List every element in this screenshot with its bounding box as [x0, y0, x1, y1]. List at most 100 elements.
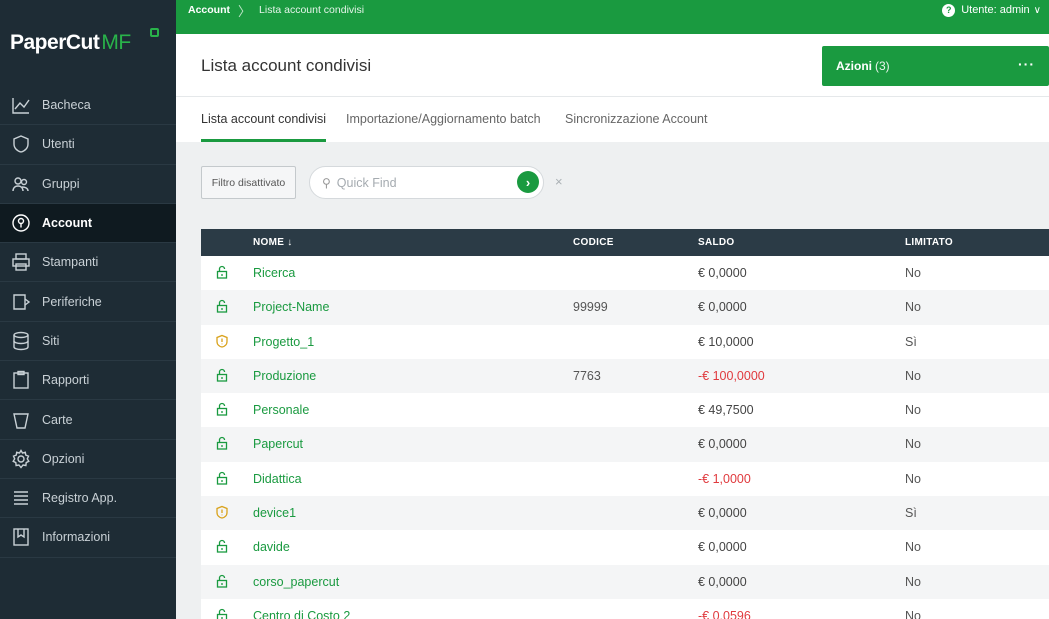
filter-toggle-button[interactable]: Filtro disattivato: [201, 166, 296, 199]
clipboard-icon: [10, 369, 32, 391]
sidebar-item-informazioni[interactable]: Informazioni: [0, 518, 176, 558]
account-code: 99999: [573, 300, 608, 315]
logo-suffix: MF: [101, 31, 131, 54]
sidebar-item-label: Carte: [42, 412, 73, 427]
sidebar-item-periferiche[interactable]: Periferiche: [0, 282, 176, 322]
lock-open-icon: [215, 574, 229, 588]
sidebar-item-label: Registro App.: [42, 491, 118, 506]
group-icon: [10, 173, 32, 195]
account-restricted: Sì: [905, 334, 917, 349]
actions-button[interactable]: Azioni (3) ···: [822, 46, 1049, 86]
account-restricted: No: [905, 540, 921, 555]
account-name-link[interactable]: corso_papercut: [253, 575, 339, 589]
quick-find-input[interactable]: [336, 175, 497, 190]
breadcrumb-root-link[interactable]: Account: [188, 4, 230, 16]
account-icon: [10, 212, 32, 234]
table-row: davide € 0,0000 No: [201, 530, 1049, 565]
sidebar-item-carte[interactable]: Carte: [0, 400, 176, 440]
sidebar-item-bacheca[interactable]: Bacheca: [0, 86, 176, 126]
search-icon: ⚲: [322, 175, 331, 190]
lock-open-icon: [215, 299, 229, 313]
account-restricted: No: [905, 574, 921, 589]
clear-search-icon[interactable]: ×: [555, 174, 563, 189]
account-restricted: No: [905, 403, 921, 418]
sidebar-item-label: Stampanti: [42, 255, 99, 270]
account-balance: -€ 0,0596: [698, 608, 751, 619]
help-icon[interactable]: ?: [942, 3, 956, 17]
account-name-link[interactable]: Progetto_1: [253, 335, 314, 349]
search-go-button[interactable]: ›: [517, 171, 539, 193]
page-header: Lista account condivisi Azioni (3) ···: [176, 34, 1049, 96]
account-name-link[interactable]: device1: [253, 506, 296, 520]
list-icon: [10, 487, 32, 509]
sidebar-item-account[interactable]: Account: [0, 203, 176, 244]
breadcrumb-separator-icon: 〉: [238, 3, 252, 19]
account-restricted: No: [905, 266, 921, 280]
account-balance: -€ 1,0000: [698, 471, 751, 486]
shield-user-icon: [10, 133, 32, 155]
account-name-link[interactable]: Personale: [253, 403, 309, 417]
lock-open-icon: [215, 471, 229, 485]
sidebar-item-utenti[interactable]: Utenti: [0, 125, 176, 165]
table-row: Personale € 49,7500 No: [201, 393, 1049, 428]
table-row: Produzione 7763 -€ 100,0000 No: [201, 358, 1049, 394]
table-row: device1 € 0,0000 Sì: [201, 496, 1049, 531]
lock-open-icon: [215, 265, 229, 279]
account-balance: € 0,0000: [698, 300, 747, 315]
column-header-balance[interactable]: SALDO: [698, 237, 735, 248]
account-name-link[interactable]: Ricerca: [253, 266, 295, 280]
sidebar-item-label: Bacheca: [42, 98, 91, 113]
papercut-logo[interactable]: PaperCut MF: [0, 0, 176, 86]
account-name-link[interactable]: Project-Name: [253, 300, 329, 314]
sidebar-item-rapporti[interactable]: Rapporti: [0, 361, 176, 401]
user-label: Utente: admin: [961, 4, 1030, 16]
user-menu[interactable]: ? Utente: admin ∨: [942, 0, 1041, 20]
table-header: NOME ↓ CODICE SALDO LIMITATO: [201, 229, 1049, 256]
tab-bar: Lista account condivisi Importazione/Agg…: [176, 96, 1049, 142]
chevron-down-icon: ∨: [1033, 4, 1041, 16]
account-restricted: Sì: [905, 506, 917, 521]
account-name-link[interactable]: davide: [253, 540, 290, 554]
table-body: Ricerca € 0,0000 No Project-Name 99999 € 0,00…: [201, 256, 1049, 619]
sidebar-item-label: Account: [42, 216, 92, 231]
accounts-table: NOME ↓ CODICE SALDO LIMITATO Ricerca € 0,…: [201, 229, 1049, 619]
sidebar: PaperCut MF Bacheca Utenti Gruppi Account Sta…: [0, 0, 176, 619]
table-row: Papercut € 0,0000 No: [201, 427, 1049, 462]
account-name-link[interactable]: Centro di Costo 2: [253, 609, 350, 619]
sidebar-item-label: Gruppi: [42, 176, 80, 191]
lock-open-icon: [215, 539, 229, 554]
sidebar-item-label: Opzioni: [42, 451, 85, 466]
account-balance: € 0,0000: [698, 266, 747, 280]
account-restricted: No: [905, 471, 921, 486]
sidebar-item-stampanti[interactable]: Stampanti: [0, 243, 176, 283]
account-name-link[interactable]: Produzione: [253, 369, 316, 383]
sidebar-nav: Bacheca Utenti Gruppi Account Stampanti Perif…: [0, 86, 176, 558]
actions-label: Azioni: [836, 59, 872, 73]
column-header-name[interactable]: NOME ↓: [253, 237, 293, 248]
account-name-link[interactable]: Papercut: [253, 437, 303, 451]
tab-account-sync[interactable]: Sincronizzazione Account: [565, 112, 707, 126]
sidebar-item-label: Utenti: [42, 137, 75, 152]
database-icon: [10, 330, 32, 352]
tab-batch-import[interactable]: Importazione/Aggiornamento batch: [346, 112, 541, 126]
sidebar-item-label: Siti: [42, 333, 60, 348]
account-name-link[interactable]: Didattica: [253, 472, 302, 486]
quick-find-box: ⚲: [309, 166, 544, 199]
column-header-restricted[interactable]: LIMITATO: [905, 237, 953, 248]
sidebar-item-gruppi[interactable]: Gruppi: [0, 165, 176, 204]
table-row: Project-Name 99999 € 0,0000 No: [201, 290, 1049, 325]
sidebar-item-label: Periferiche: [42, 294, 102, 309]
sidebar-item-registro-app[interactable]: Registro App.: [0, 479, 176, 519]
sidebar-item-siti[interactable]: Siti: [0, 322, 176, 362]
table-row: corso_papercut € 0,0000 No: [201, 564, 1049, 599]
sidebar-item-opzioni[interactable]: Opzioni: [0, 440, 176, 479]
bookmark-icon: [10, 526, 32, 548]
tab-shared-accounts-list[interactable]: Lista account condivisi: [201, 112, 327, 142]
breadcrumb: Account 〉 Lista account condivisi: [188, 0, 364, 20]
lock-open-icon: [215, 608, 229, 619]
account-balance: € 0,0000: [698, 574, 747, 589]
table-row: Progetto_1 € 10,0000 Sì: [201, 324, 1049, 359]
account-code: 7763: [573, 368, 601, 383]
column-header-code[interactable]: CODICE: [573, 237, 614, 248]
device-icon: [10, 291, 32, 313]
